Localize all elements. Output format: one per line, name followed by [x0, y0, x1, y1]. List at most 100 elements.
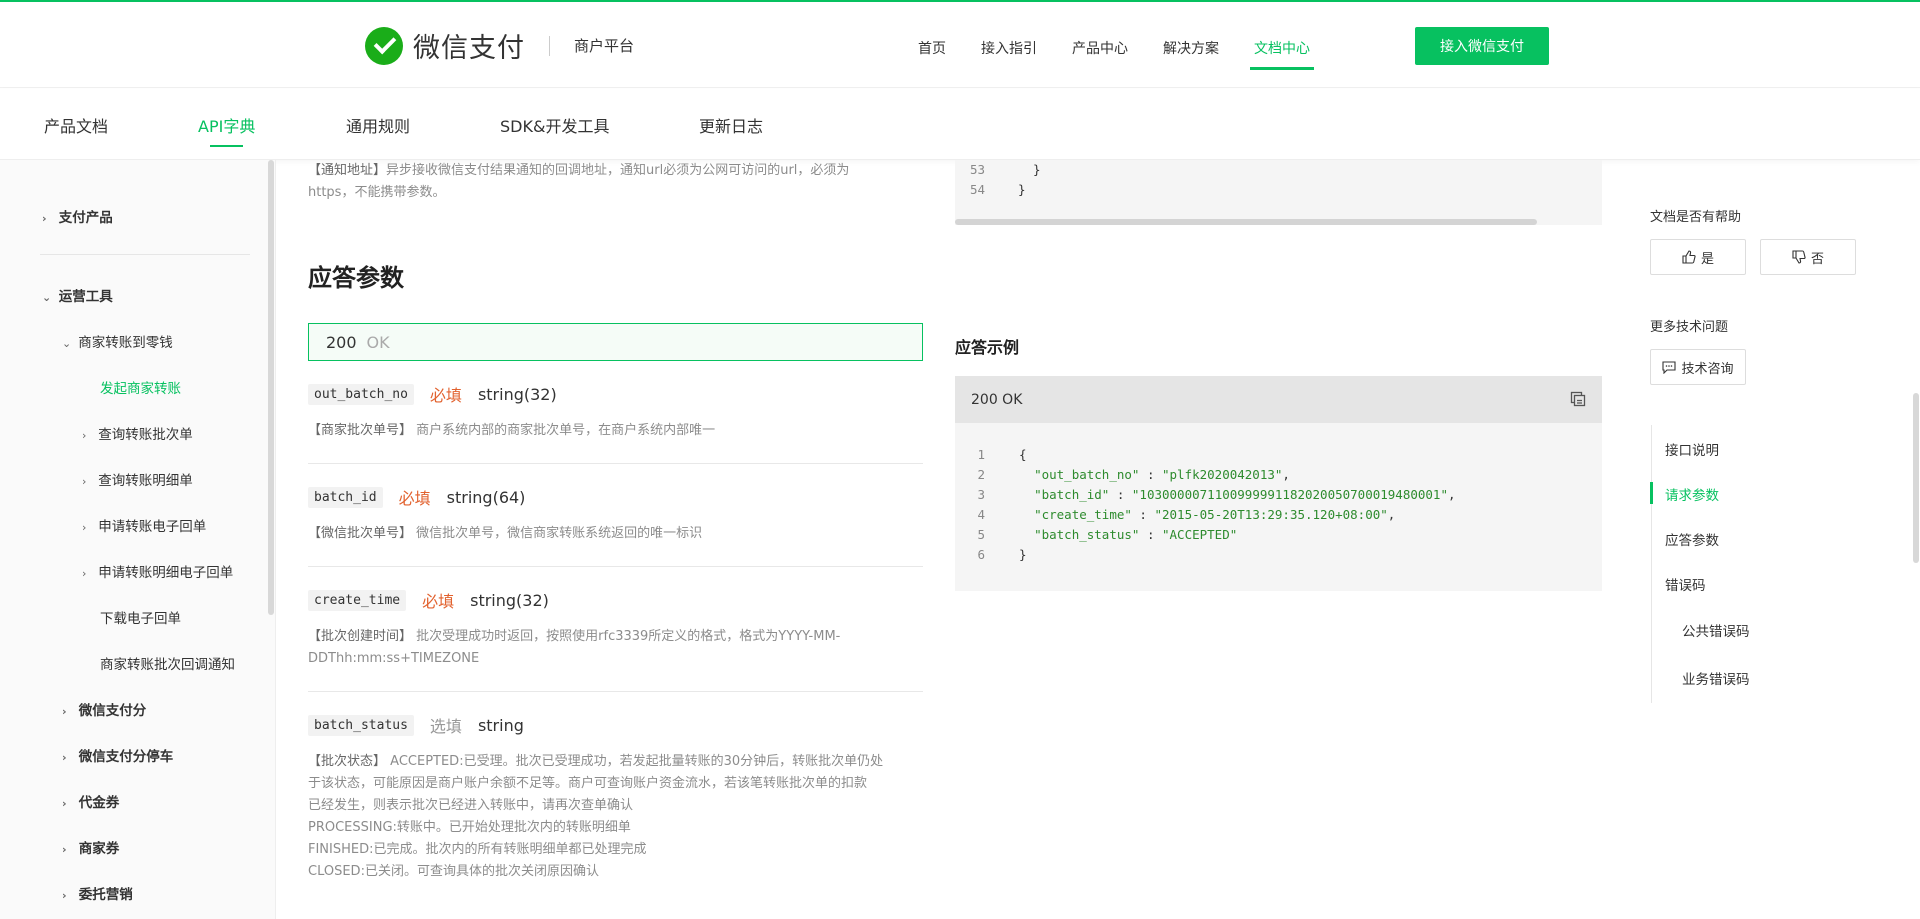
param-name: batch_status	[308, 714, 414, 736]
param-required: 必填	[422, 592, 455, 611]
response-example-heading: 应答示例	[955, 338, 1020, 357]
top-header: 微信支付 商户平台 首页 接入指引 产品中心 解决方案 文档中心 接入微信支付	[0, 2, 1920, 88]
chevron-right-icon: ›	[62, 751, 67, 764]
param-description: 【批次创建时间】 批次受理成功时返回，按照使用rfc3339所定义的格式，格式为…	[308, 629, 841, 666]
param-create-time: create_time 必填 string(32) 【批次创建时间】 批次受理成…	[308, 588, 923, 670]
toc-rail	[1651, 425, 1652, 703]
sidebar-item-payscore-parking[interactable]: › 微信支付分停车	[62, 745, 173, 765]
sidebar-item-coupons[interactable]: › 代金券	[62, 791, 119, 811]
toc-item-error-codes[interactable]: 错误码	[1665, 574, 1706, 594]
code-horizontal-scrollbar[interactable]	[955, 219, 1537, 225]
sidebar-item-apply-receipt[interactable]: › 申请转账电子回单	[82, 515, 206, 535]
chevron-right-icon: ›	[62, 797, 67, 810]
param-description: 【微信批次单号】 微信批次单号，微信商家转账系统返回的唯一标识	[308, 526, 703, 541]
status-code-tab[interactable]: 200 OK	[308, 323, 923, 361]
code-line: 2 "out_batch_no" : "plfk2020042013",	[977, 467, 1290, 482]
response-params-heading: 应答参数	[308, 264, 404, 292]
tech-consult-button[interactable]: 技术咨询	[1650, 349, 1746, 385]
chevron-right-icon: ›	[82, 567, 87, 580]
param-type: string(32)	[470, 590, 549, 610]
tab-changelog[interactable]: 更新日志	[699, 113, 763, 137]
sidebar-item-merchant-coupons[interactable]: › 商家券	[62, 837, 119, 857]
chevron-right-icon: ›	[62, 843, 67, 856]
toc-item-business-error-codes[interactable]: 业务错误码	[1682, 668, 1750, 688]
notify-url-description: 【通知地址】异步接收微信支付结果通知的回调地址，通知url必须为公网可访问的ur…	[308, 163, 850, 200]
sidebar-item-query-batch[interactable]: › 查询转账批次单	[82, 423, 193, 443]
code-line: 5 "batch_status" : "ACCEPTED"	[977, 527, 1238, 542]
toc-item-interface-desc[interactable]: 接口说明	[1665, 439, 1719, 459]
param-divider	[308, 566, 923, 567]
code-line: 4 "create_time" : "2015-05-20T13:29:35.1…	[977, 507, 1396, 522]
param-name: out_batch_no	[308, 383, 414, 405]
sidebar-item-operation-tools[interactable]: ⌄ 运营工具	[42, 285, 113, 305]
sidebar-item-payscore[interactable]: › 微信支付分	[62, 699, 146, 719]
top-nav: 首页 接入指引 产品中心 解决方案 文档中心	[918, 38, 1345, 70]
param-required: 必填	[398, 489, 431, 508]
tab-api-dictionary[interactable]: API字典	[198, 113, 255, 147]
copy-icon[interactable]	[1570, 391, 1586, 407]
page-scrollbar[interactable]	[1913, 393, 1919, 563]
line-number: 54	[969, 182, 985, 197]
code-line: 1 {	[977, 447, 1027, 462]
status-code: 200	[326, 332, 357, 352]
sidebar-item-delegated-marketing[interactable]: › 委托营销	[62, 883, 133, 903]
chevron-right-icon: ›	[42, 212, 47, 225]
tab-product-docs[interactable]: 产品文档	[44, 113, 108, 137]
left-sidebar: › 支付产品 ⌄ 运营工具 ⌄ 商家转账到零钱 发起商家转账 › 查询转账批次单…	[0, 160, 276, 919]
chevron-right-icon: ›	[82, 521, 87, 534]
sidebar-item-payment-products[interactable]: › 支付产品	[42, 206, 113, 226]
sidebar-item-batch-callback[interactable]: 商家转账批次回调通知	[100, 653, 235, 673]
wechat-pay-logo-icon	[365, 26, 403, 65]
helpful-yes-button[interactable]: 是	[1650, 239, 1746, 275]
toc-item-request-params[interactable]: 请求参数	[1665, 484, 1719, 504]
chevron-right-icon: ›	[62, 889, 67, 902]
more-questions-title: 更多技术问题	[1650, 320, 1729, 335]
sidebar-item-query-detail[interactable]: › 查询转账明细单	[82, 469, 193, 489]
param-required: 必填	[429, 386, 462, 405]
line-number: 53	[969, 162, 985, 177]
chevron-right-icon: ›	[62, 705, 67, 718]
param-divider	[308, 691, 923, 692]
toc-active-indicator	[1650, 482, 1653, 504]
param-name: batch_id	[308, 486, 383, 508]
param-type: string	[477, 715, 524, 735]
tab-general-rules[interactable]: 通用规则	[346, 113, 410, 137]
topnav-solutions[interactable]: 解决方案	[1163, 38, 1219, 58]
thumbs-down-icon	[1792, 250, 1806, 264]
toc-item-response-params[interactable]: 应答参数	[1665, 529, 1719, 549]
topnav-guide[interactable]: 接入指引	[981, 38, 1037, 58]
doc-helpful-title: 文档是否有帮助	[1650, 210, 1742, 225]
connect-wechat-pay-button[interactable]: 接入微信支付	[1415, 27, 1549, 65]
sidebar-item-apply-detail-receipt[interactable]: › 申请转账明细电子回单	[82, 561, 233, 581]
helpful-no-button[interactable]: 否	[1760, 239, 1856, 275]
sidebar-item-initiate-transfer[interactable]: 发起商家转账	[100, 377, 181, 397]
chevron-right-icon: ›	[82, 475, 87, 488]
code-line: 6 }	[977, 547, 1027, 562]
sidebar-item-download-receipt[interactable]: 下载电子回单	[100, 607, 181, 627]
tab-sdk-tools[interactable]: SDK&开发工具	[500, 113, 609, 137]
chat-icon	[1662, 361, 1677, 374]
param-name: create_time	[308, 589, 407, 611]
param-type: string(64)	[446, 487, 526, 507]
param-description: 【批次状态】 ACCEPTED:已受理。批次已受理成功，若发起批量转账的30分钟…	[308, 754, 884, 879]
param-description: 【商家批次单号】 商户系统内部的商家批次单号，在商户系统内部唯一	[308, 423, 716, 438]
sidebar-scrollbar[interactable]	[268, 160, 274, 615]
status-text: OK	[366, 332, 390, 352]
doc-subnav: 产品文档 API字典 通用规则 SDK&开发工具 更新日志	[0, 89, 1920, 160]
topnav-products[interactable]: 产品中心	[1072, 38, 1128, 58]
param-batch-status: batch_status 选填 string 【批次状态】 ACCEPTED:已…	[308, 713, 923, 883]
response-example-header: 200 OK	[955, 376, 1602, 423]
code-line: }	[1018, 162, 1041, 177]
toc-item-public-error-codes[interactable]: 公共错误码	[1682, 620, 1750, 640]
topnav-home[interactable]: 首页	[918, 38, 946, 58]
param-divider	[308, 463, 923, 464]
brand-logo[interactable]: 微信支付 商户平台	[365, 26, 634, 65]
response-example-code: 1 { 2 "out_batch_no" : "plfk2020042013",…	[955, 423, 1602, 591]
topnav-docs[interactable]: 文档中心	[1250, 38, 1314, 70]
code-line: 3 "batch_id" : "103000007110099999118202…	[977, 487, 1456, 502]
brand-separator	[549, 35, 550, 56]
sidebar-item-transfer-to-balance[interactable]: ⌄ 商家转账到零钱	[62, 331, 173, 351]
response-example-status: 200 OK	[971, 391, 1023, 408]
chevron-down-icon: ⌄	[62, 337, 72, 350]
param-out-batch-no: out_batch_no 必填 string(32) 【商家批次单号】 商户系统…	[308, 382, 923, 442]
